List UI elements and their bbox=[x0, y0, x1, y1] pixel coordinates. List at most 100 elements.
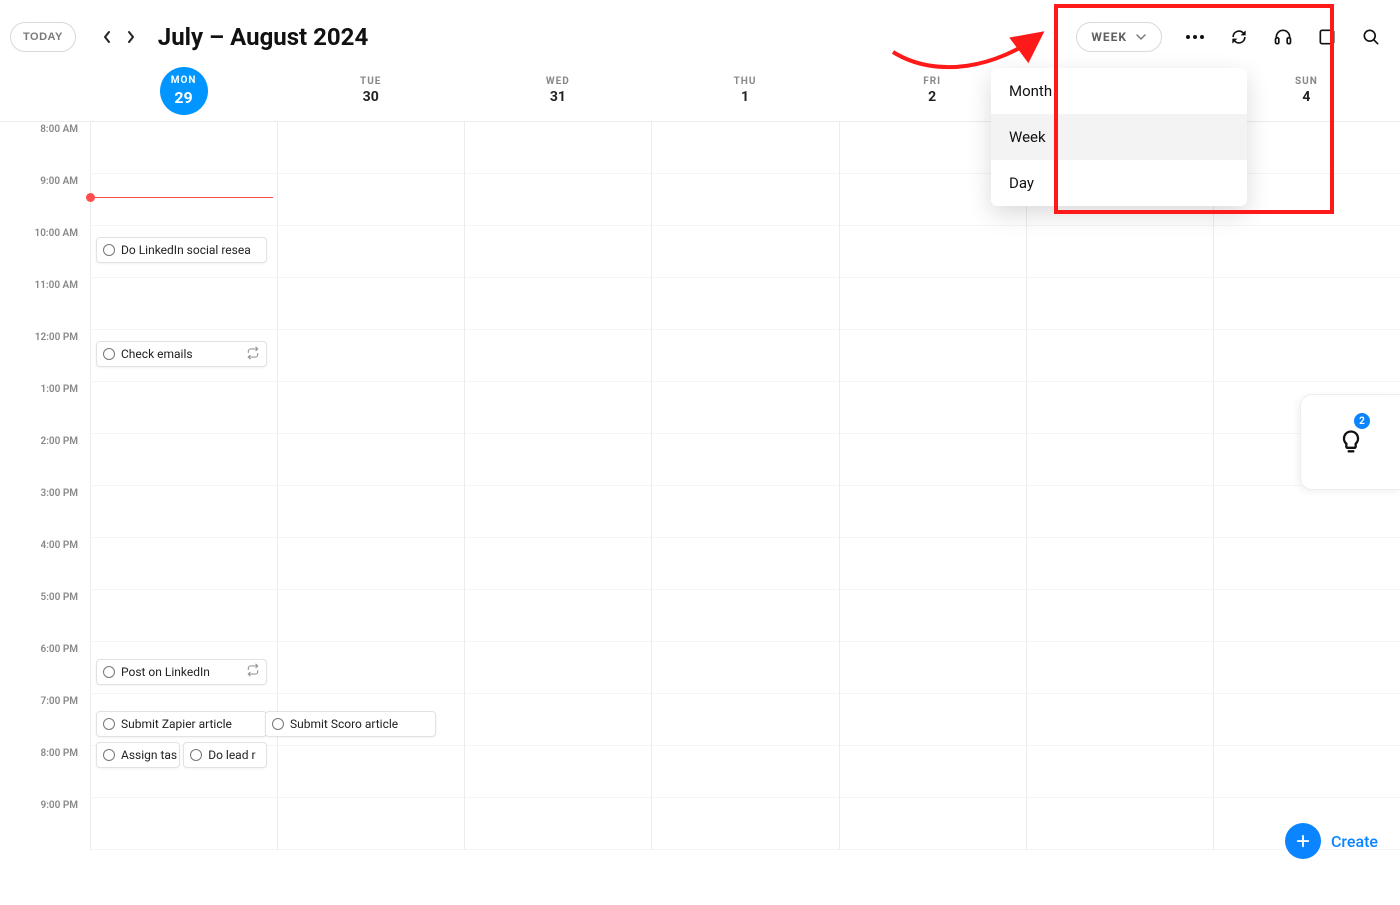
calendar-cell[interactable] bbox=[277, 174, 464, 226]
calendar-cell[interactable] bbox=[651, 590, 838, 642]
calendar-cell[interactable] bbox=[1026, 642, 1213, 694]
view-option-day[interactable]: Day bbox=[991, 160, 1247, 206]
calendar-cell[interactable] bbox=[277, 538, 464, 590]
calendar-cell[interactable] bbox=[839, 590, 1026, 642]
calendar-cell[interactable] bbox=[1213, 486, 1400, 538]
calendar-cell[interactable] bbox=[839, 382, 1026, 434]
panel-button[interactable] bbox=[1316, 26, 1338, 48]
calendar-cell[interactable] bbox=[651, 122, 838, 174]
calendar-cell[interactable] bbox=[464, 382, 651, 434]
calendar-cell[interactable] bbox=[277, 642, 464, 694]
calendar-cell[interactable] bbox=[839, 330, 1026, 382]
calendar-cell[interactable] bbox=[1026, 434, 1213, 486]
calendar-cell[interactable] bbox=[464, 538, 651, 590]
calendar-cell[interactable] bbox=[464, 798, 651, 850]
task-checkbox[interactable] bbox=[272, 718, 284, 730]
calendar-cell[interactable] bbox=[839, 538, 1026, 590]
calendar-cell[interactable] bbox=[651, 486, 838, 538]
view-selector-button[interactable]: WEEK bbox=[1076, 22, 1162, 52]
calendar-cell[interactable] bbox=[1213, 642, 1400, 694]
view-option-week[interactable]: Week bbox=[991, 114, 1247, 160]
calendar-cell[interactable] bbox=[277, 746, 464, 798]
calendar-cell[interactable] bbox=[651, 798, 838, 850]
more-options-button[interactable] bbox=[1184, 26, 1206, 48]
calendar-event[interactable]: Submit Zapier article bbox=[96, 711, 267, 737]
calendar-cell[interactable] bbox=[1213, 226, 1400, 278]
calendar-cell[interactable] bbox=[277, 486, 464, 538]
calendar-cell[interactable] bbox=[839, 694, 1026, 746]
calendar-cell[interactable] bbox=[464, 330, 651, 382]
task-checkbox[interactable] bbox=[103, 666, 115, 678]
calendar-event[interactable]: Submit Scoro article bbox=[265, 711, 436, 737]
day-column-mon[interactable]: MON29 bbox=[90, 67, 277, 115]
today-button[interactable]: TODAY bbox=[10, 22, 76, 52]
calendar-cell[interactable] bbox=[277, 798, 464, 850]
calendar-cell[interactable] bbox=[90, 122, 277, 174]
calendar-cell[interactable] bbox=[651, 382, 838, 434]
calendar-cell[interactable] bbox=[464, 122, 651, 174]
calendar-cell[interactable] bbox=[464, 434, 651, 486]
sync-button[interactable] bbox=[1228, 26, 1250, 48]
view-option-month[interactable]: Month bbox=[991, 68, 1247, 114]
calendar-cell[interactable] bbox=[1213, 278, 1400, 330]
calendar-cell[interactable] bbox=[1026, 226, 1213, 278]
calendar-cell[interactable] bbox=[90, 538, 277, 590]
calendar-cell[interactable] bbox=[90, 486, 277, 538]
calendar-cell[interactable] bbox=[651, 694, 838, 746]
calendar-cell[interactable] bbox=[1026, 746, 1213, 798]
calendar-cell[interactable] bbox=[277, 590, 464, 642]
day-column-tue[interactable]: TUE30 bbox=[277, 76, 464, 105]
calendar-cell[interactable] bbox=[464, 226, 651, 278]
calendar-cell[interactable] bbox=[651, 330, 838, 382]
calendar-cell[interactable] bbox=[464, 694, 651, 746]
day-column-thu[interactable]: THU1 bbox=[651, 76, 838, 105]
calendar-cell[interactable] bbox=[839, 798, 1026, 850]
calendar-cell[interactable] bbox=[277, 434, 464, 486]
calendar-cell[interactable] bbox=[277, 278, 464, 330]
calendar-cell[interactable] bbox=[464, 486, 651, 538]
task-checkbox[interactable] bbox=[103, 718, 115, 730]
calendar-cell[interactable] bbox=[651, 226, 838, 278]
task-checkbox[interactable] bbox=[190, 749, 202, 761]
calendar-cell[interactable] bbox=[464, 642, 651, 694]
calendar-cell[interactable] bbox=[1026, 382, 1213, 434]
calendar-event[interactable]: Do lead r bbox=[183, 742, 267, 768]
calendar-cell[interactable] bbox=[464, 174, 651, 226]
calendar-cell[interactable] bbox=[90, 278, 277, 330]
calendar-cell[interactable] bbox=[1213, 538, 1400, 590]
calendar-cell[interactable] bbox=[90, 174, 277, 226]
calendar-cell[interactable] bbox=[90, 798, 277, 850]
insights-panel-button[interactable]: 2 bbox=[1300, 394, 1400, 490]
calendar-cell[interactable] bbox=[1026, 590, 1213, 642]
calendar-cell[interactable] bbox=[839, 434, 1026, 486]
calendar-cell[interactable] bbox=[464, 590, 651, 642]
calendar-cell[interactable] bbox=[90, 382, 277, 434]
calendar-event[interactable]: Assign tas bbox=[96, 742, 180, 768]
calendar-cell[interactable] bbox=[464, 278, 651, 330]
calendar-cell[interactable] bbox=[1213, 590, 1400, 642]
next-period-button[interactable] bbox=[122, 28, 140, 46]
calendar-cell[interactable] bbox=[277, 382, 464, 434]
calendar-cell[interactable] bbox=[839, 642, 1026, 694]
create-button[interactable]: Create bbox=[1285, 823, 1378, 859]
calendar-cell[interactable] bbox=[651, 174, 838, 226]
calendar-cell[interactable] bbox=[90, 590, 277, 642]
calendar-cell[interactable] bbox=[839, 226, 1026, 278]
calendar-cell[interactable] bbox=[839, 486, 1026, 538]
calendar-event[interactable]: Check emails bbox=[96, 341, 267, 367]
calendar-cell[interactable] bbox=[651, 434, 838, 486]
calendar-cell[interactable] bbox=[651, 746, 838, 798]
calendar-event[interactable]: Post on LinkedIn bbox=[96, 659, 267, 685]
prev-period-button[interactable] bbox=[98, 28, 116, 46]
calendar-cell[interactable] bbox=[1026, 278, 1213, 330]
task-checkbox[interactable] bbox=[103, 348, 115, 360]
calendar-cell[interactable] bbox=[1213, 694, 1400, 746]
calendar-cell[interactable] bbox=[1026, 330, 1213, 382]
calendar-cell[interactable] bbox=[1026, 486, 1213, 538]
calendar-cell[interactable] bbox=[651, 538, 838, 590]
calendar-cell[interactable] bbox=[277, 226, 464, 278]
calendar-cell[interactable] bbox=[90, 434, 277, 486]
calendar-cell[interactable] bbox=[1026, 798, 1213, 850]
calendar-cell[interactable] bbox=[1213, 330, 1400, 382]
task-checkbox[interactable] bbox=[103, 244, 115, 256]
